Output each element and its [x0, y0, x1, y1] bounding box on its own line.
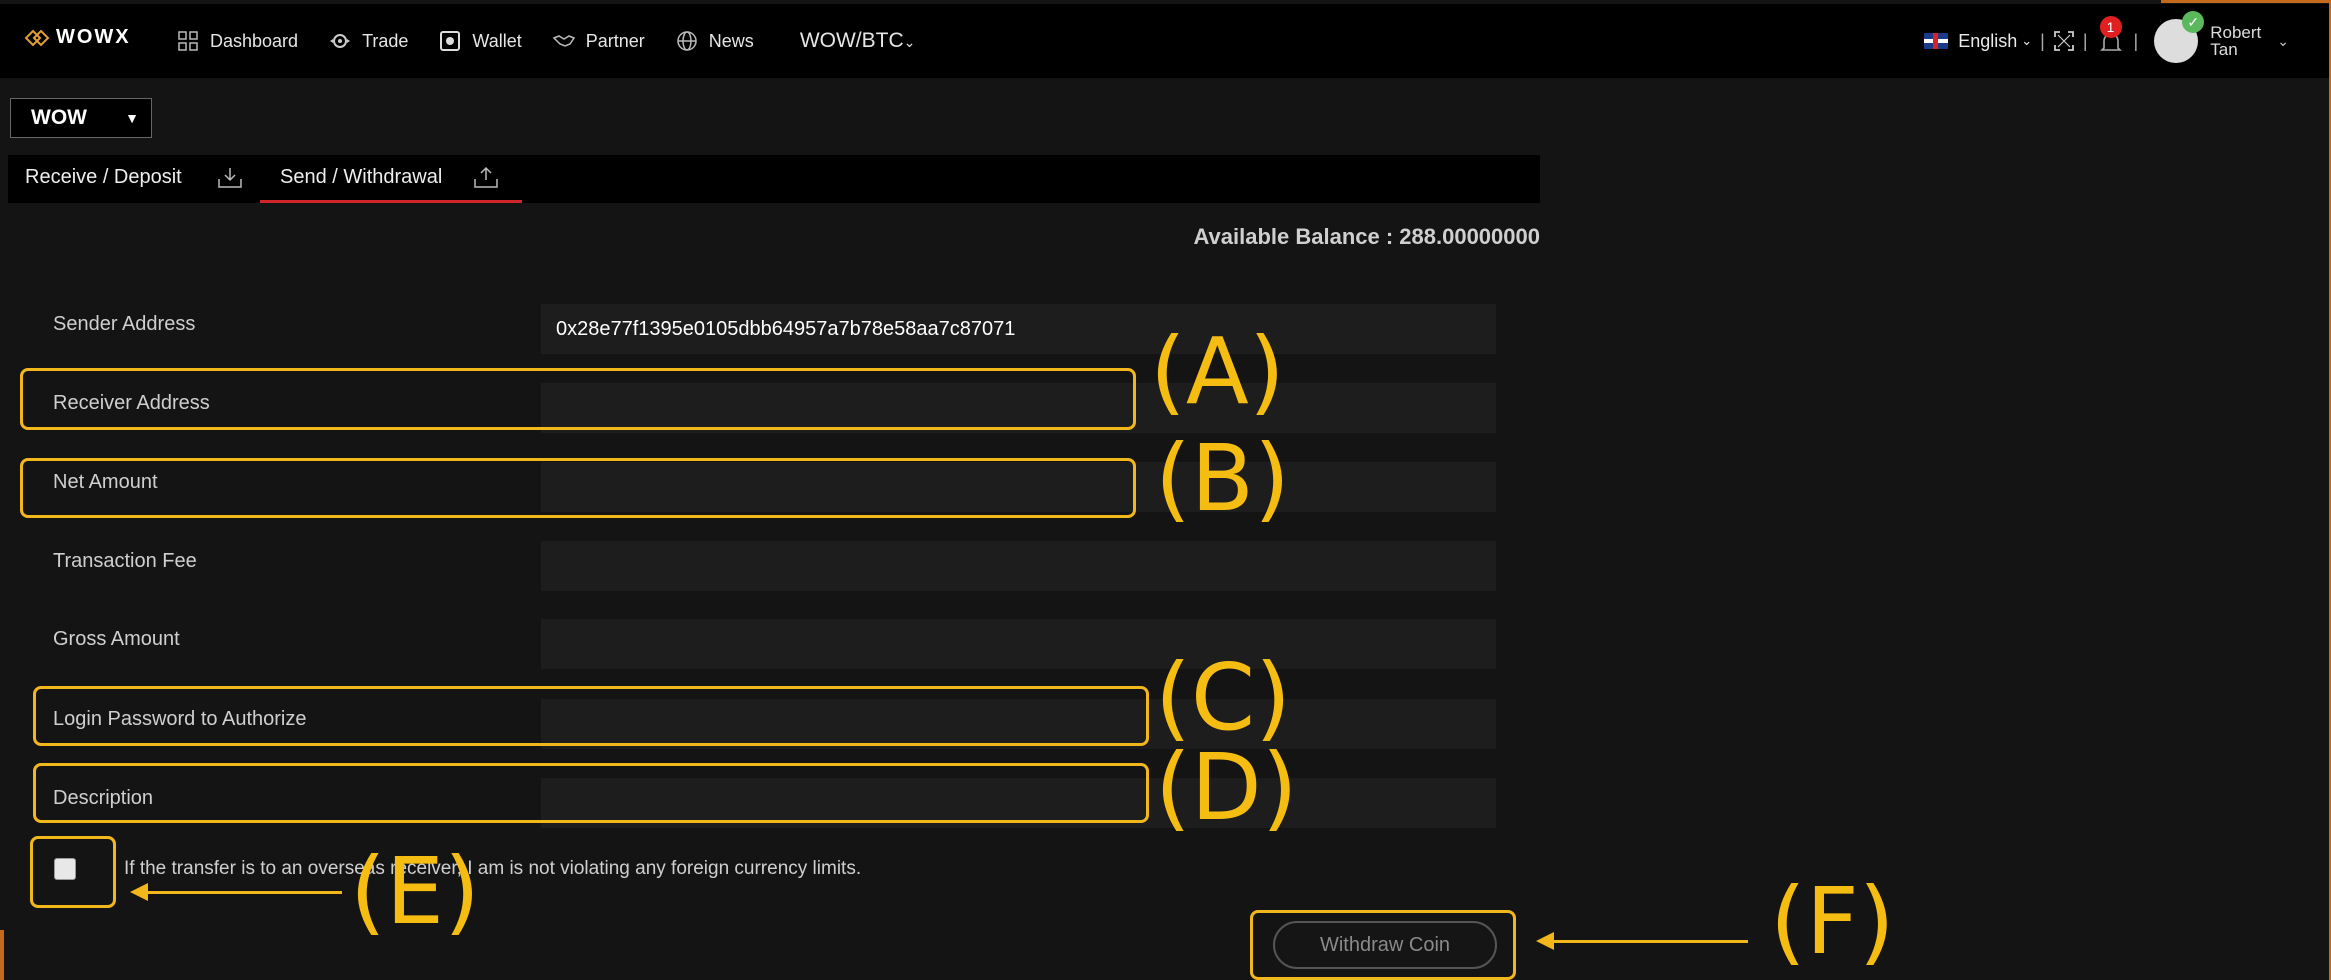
highlight-box-e [30, 836, 116, 908]
annotation-arrow-e [146, 891, 342, 894]
arrow-head-icon [1536, 932, 1554, 950]
fullscreen-icon[interactable] [2053, 30, 2075, 52]
dropdown-arrow-icon: ▼ [125, 110, 139, 126]
decorative-edge [0, 930, 4, 980]
highlight-box-d [33, 763, 1149, 823]
highlight-box-a [20, 368, 1136, 430]
highlight-box-b [20, 458, 1136, 518]
language-selector[interactable]: English [1958, 31, 2017, 52]
chevron-down-icon: ⌄ [903, 34, 916, 50]
logo-text: WOWX [56, 26, 131, 48]
tab-label: Receive / Deposit [25, 166, 182, 188]
gross-amount-field [541, 619, 1496, 669]
user-last-name: Tan [2210, 40, 2238, 59]
wallet-icon [440, 31, 461, 51]
pair-selector[interactable]: WOW/BTC⌄ [800, 29, 916, 53]
annotation-arrow-f [1552, 940, 1748, 943]
coin-select[interactable]: WOW ▼ [10, 98, 152, 138]
nav-partner[interactable]: Partner [552, 29, 645, 53]
download-tray-icon [218, 168, 242, 188]
coin-select-value: WOW [31, 106, 87, 129]
tab-label: Send / Withdrawal [280, 166, 443, 188]
nav-wallet-label: Wallet [472, 30, 522, 51]
foreign-limit-text: If the transfer is to an overseas receiv… [124, 858, 862, 879]
nav-partner-label: Partner [585, 30, 645, 51]
annotation-label-f: (F) [1770, 868, 1895, 975]
chevron-down-icon: ⌄ [2021, 33, 2033, 48]
verified-check-icon: ✓ [2182, 11, 2205, 33]
user-name[interactable]: Robert Tan [2210, 24, 2261, 58]
transaction-fee-label: Transaction Fee [53, 550, 197, 572]
notifications[interactable]: 1 [2096, 16, 2126, 56]
nav-news[interactable]: News [675, 29, 754, 53]
nav-news-label: News [708, 30, 754, 51]
sender-address-field: 0x28e77f1395e0105dbb64957a7b78e58aa7c870… [541, 304, 1496, 354]
decorative-edge [2161, 0, 2331, 3]
annotation-label-e: (E) [350, 838, 480, 945]
nav-wallet[interactable]: Wallet [438, 29, 522, 53]
annotation-label-c: (C) [1155, 644, 1292, 751]
nav-trade[interactable]: Trade [328, 29, 408, 53]
divider: | [2133, 30, 2139, 51]
divider: | [2040, 30, 2045, 51]
sender-address-label: Sender Address [53, 313, 196, 335]
upload-tray-icon [474, 166, 498, 188]
avatar[interactable]: ✓ [2154, 11, 2205, 63]
pair-label: WOW/BTC [799, 29, 904, 52]
dashboard-icon [178, 31, 198, 51]
user-first-name: Robert [2210, 23, 2262, 42]
nav-dashboard-label: Dashboard [210, 30, 299, 51]
logo[interactable]: WOWX [24, 26, 131, 49]
user-nav: English ⌄ | | 1 | ✓ Robert Tan ⌄ [1924, 4, 2289, 78]
handshake-icon [552, 35, 575, 47]
logo-icon [24, 29, 50, 46]
available-balance: Available Balance : 288.00000000 [1193, 224, 1540, 249]
notification-badge: 1 [2099, 16, 2122, 38]
top-nav: WOWX Dashboard Trade Wallet Partner News… [0, 4, 2329, 78]
tab-bar: Receive / Deposit Send / Withdrawal [8, 155, 1540, 203]
nav-dashboard[interactable]: Dashboard [176, 29, 298, 53]
main-nav: Dashboard Trade Wallet Partner News WOW/… [176, 4, 915, 78]
annotation-label-d: (D) [1155, 734, 1298, 841]
annotation-label-b: (B) [1155, 425, 1290, 532]
globe-icon [677, 31, 697, 51]
trade-icon [330, 34, 351, 48]
tab-receive-deposit[interactable]: Receive / Deposit [25, 155, 182, 203]
gross-amount-label: Gross Amount [53, 628, 180, 650]
annotation-label-a: (A) [1150, 318, 1285, 425]
nav-trade-label: Trade [362, 30, 409, 51]
highlight-box-f [1250, 910, 1516, 980]
highlight-box-c [33, 686, 1149, 746]
transaction-fee-field [541, 541, 1496, 591]
chevron-down-icon[interactable]: ⌄ [2277, 33, 2289, 50]
divider: | [2082, 30, 2088, 51]
arrow-head-icon [130, 883, 148, 901]
uk-flag-icon [1924, 33, 1949, 49]
